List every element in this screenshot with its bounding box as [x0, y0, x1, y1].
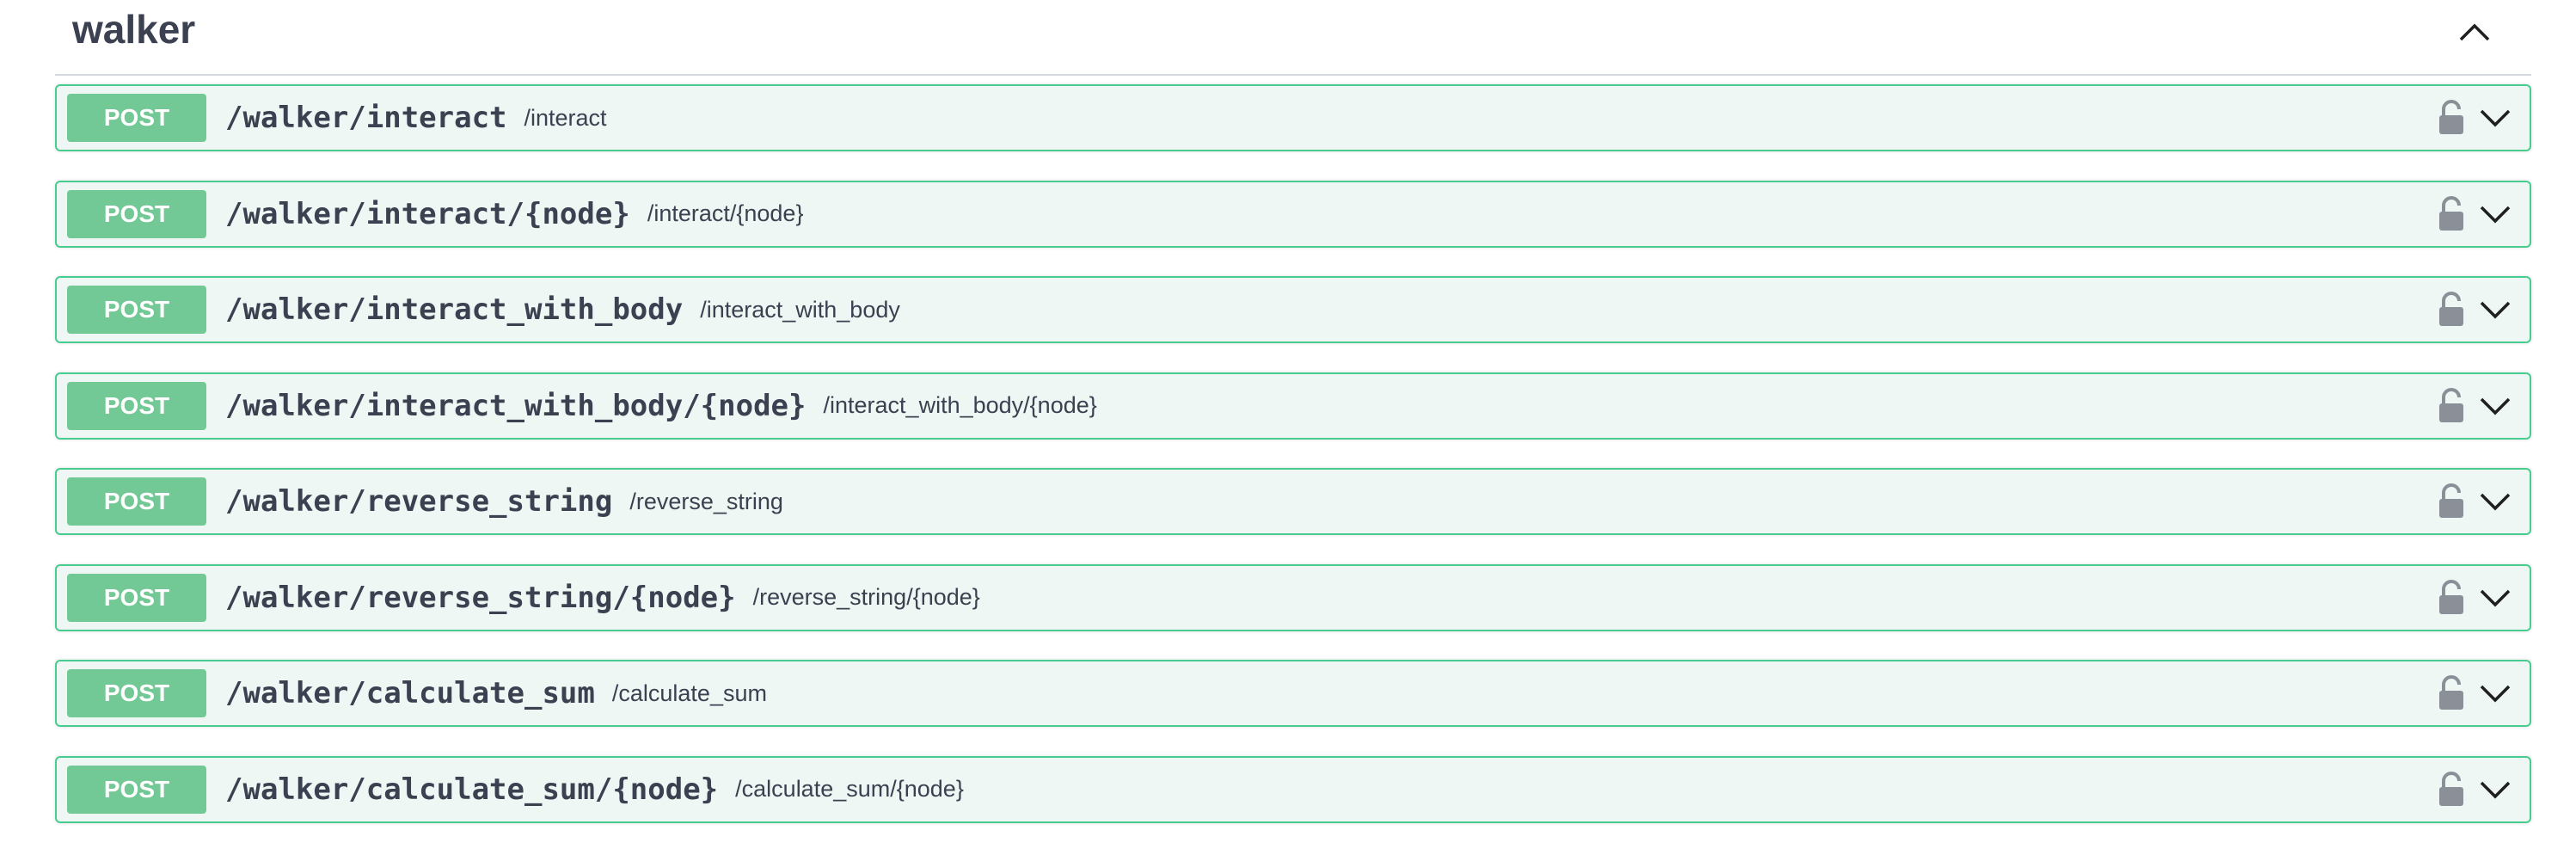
- operation-row[interactable]: POST /walker/reverse_string/{node} /reve…: [55, 563, 2531, 631]
- section-header[interactable]: walker: [55, 0, 2531, 76]
- method-badge: POST: [67, 573, 206, 622]
- operations-list: POST /walker/interact /interact POST /wa…: [55, 84, 2531, 823]
- lock-open-icon[interactable]: [2437, 195, 2466, 233]
- chevron-up-icon: [2459, 23, 2490, 41]
- operation-controls: [2437, 182, 2512, 246]
- method-badge: POST: [67, 381, 206, 430]
- chevron-down-icon[interactable]: [2478, 197, 2512, 231]
- method-badge: POST: [67, 669, 206, 717]
- chevron-down-icon[interactable]: [2478, 772, 2512, 807]
- operation-controls: [2437, 661, 2512, 725]
- operation-summary: /reverse_string: [629, 488, 783, 514]
- operation-path: /walker/calculate_sum: [225, 676, 595, 710]
- operation-row[interactable]: POST /walker/interact_with_body/{node} /…: [55, 372, 2531, 440]
- lock-open-icon[interactable]: [2437, 99, 2466, 137]
- operation-path: /walker/reverse_string: [225, 484, 613, 519]
- lock-open-icon[interactable]: [2437, 579, 2466, 617]
- chevron-down-icon[interactable]: [2478, 292, 2512, 327]
- method-badge: POST: [67, 94, 206, 142]
- operation-path: /walker/interact/{node}: [225, 196, 630, 231]
- operation-row[interactable]: POST /walker/reverse_string /reverse_str…: [55, 468, 2531, 535]
- operation-summary: /interact: [524, 104, 607, 131]
- walker-section: walker POST /walker/interact /interact P…: [55, 0, 2531, 852]
- chevron-down-icon[interactable]: [2478, 484, 2512, 519]
- operation-path: /walker/interact_with_body: [225, 292, 684, 327]
- section-title: walker: [72, 7, 196, 52]
- method-badge: POST: [67, 477, 206, 526]
- operation-summary: /interact_with_body/{node}: [823, 392, 1097, 418]
- lock-open-icon[interactable]: [2437, 387, 2466, 425]
- operation-controls: [2437, 470, 2512, 533]
- chevron-down-icon[interactable]: [2478, 581, 2512, 615]
- lock-open-icon[interactable]: [2437, 674, 2466, 712]
- operation-row[interactable]: POST /walker/calculate_sum /calculate_su…: [55, 660, 2531, 727]
- operation-row[interactable]: POST /walker/interact /interact: [55, 84, 2531, 151]
- operation-summary: /interact/{node}: [647, 200, 804, 226]
- collapse-button[interactable]: [2450, 9, 2499, 57]
- operation-controls: [2437, 278, 2512, 341]
- operation-path: /walker/interact: [225, 101, 507, 135]
- operation-path: /walker/reverse_string/{node}: [225, 580, 736, 615]
- operation-path: /walker/calculate_sum/{node}: [225, 772, 719, 807]
- lock-open-icon[interactable]: [2437, 291, 2466, 329]
- operation-row[interactable]: POST /walker/interact/{node} /interact/{…: [55, 180, 2531, 248]
- method-badge: POST: [67, 286, 206, 334]
- chevron-down-icon[interactable]: [2478, 676, 2512, 710]
- operation-path: /walker/interact_with_body/{node}: [225, 388, 807, 423]
- operation-summary: /interact_with_body: [700, 296, 900, 323]
- operation-summary: /calculate_sum/{node}: [735, 776, 964, 802]
- operation-controls: [2437, 566, 2512, 630]
- operation-row[interactable]: POST /walker/calculate_sum/{node} /calcu…: [55, 755, 2531, 823]
- chevron-down-icon[interactable]: [2478, 101, 2512, 135]
- operation-summary: /reverse_string/{node}: [752, 584, 980, 610]
- operation-controls: [2437, 86, 2512, 150]
- operation-controls: [2437, 374, 2512, 438]
- operation-summary: /calculate_sum: [611, 680, 767, 706]
- operation-controls: [2437, 758, 2512, 821]
- method-badge: POST: [67, 765, 206, 814]
- lock-open-icon[interactable]: [2437, 483, 2466, 520]
- operation-row[interactable]: POST /walker/interact_with_body /interac…: [55, 276, 2531, 343]
- method-badge: POST: [67, 189, 206, 238]
- lock-open-icon[interactable]: [2437, 771, 2466, 809]
- chevron-down-icon[interactable]: [2478, 389, 2512, 423]
